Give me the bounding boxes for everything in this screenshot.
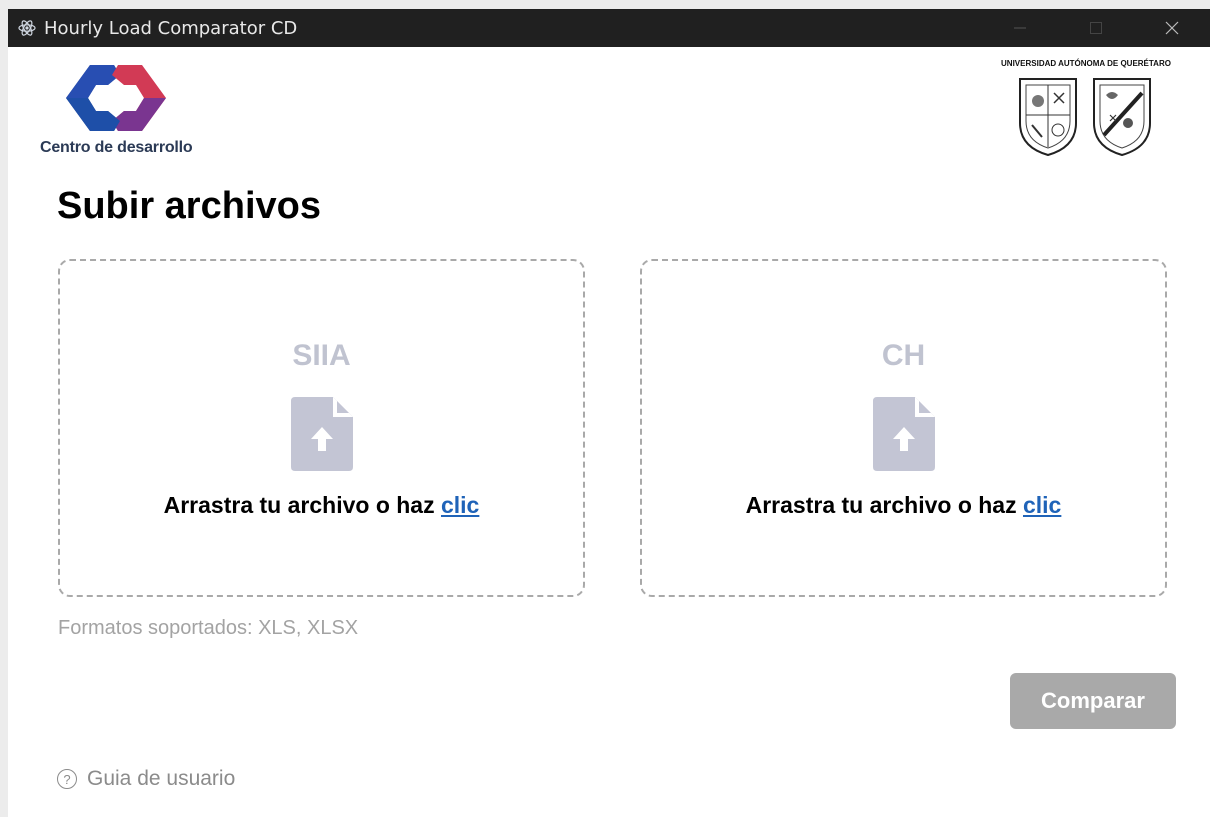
close-button[interactable] (1134, 9, 1210, 47)
dropzone-ch[interactable]: CH Arrastra tu archivo o haz clic (640, 259, 1167, 597)
title-bar: Hourly Load Comparator CD (8, 9, 1210, 47)
dropzone-siia[interactable]: SIIA Arrastra tu archivo o haz clic (58, 259, 585, 597)
compare-button[interactable]: Comparar (1010, 673, 1176, 729)
dropzone-label: SIIA (292, 339, 351, 372)
dropzone-label: CH (881, 339, 926, 372)
dropzone-click-link[interactable]: clic (441, 492, 479, 518)
close-icon (1165, 21, 1179, 35)
window-title: Hourly Load Comparator CD (44, 17, 298, 39)
window-body: Centro de desarrollo UNIVERSIDAD AUTÓNOM… (8, 47, 1210, 817)
maximize-icon (1090, 22, 1102, 34)
uaq-caption: UNIVERSIDAD AUTÓNOMA DE QUERÉTARO (1001, 59, 1171, 68)
minimize-button[interactable] (982, 9, 1058, 47)
page-title: Subir archivos (57, 185, 321, 227)
cd-logo-mark (66, 65, 166, 131)
centro-desarrollo-caption: Centro de desarrollo (40, 139, 193, 156)
dropzone-instruction: Arrastra tu archivo o haz clic (642, 492, 1165, 519)
user-guide-label: Guia de usuario (87, 767, 236, 790)
supported-formats-note: Formatos soportados: XLS, XLSX (58, 617, 359, 639)
dropzone-instruction-text: Arrastra tu archivo o haz (163, 492, 435, 518)
centro-desarrollo-logo: Centro de desarrollo (38, 61, 198, 161)
uaq-logo: UNIVERSIDAD AUTÓNOMA DE QUERÉTARO (998, 59, 1174, 161)
file-upload-icon (290, 397, 353, 471)
user-guide-link[interactable]: ? Guia de usuario (57, 767, 235, 791)
electron-app-icon (18, 19, 36, 37)
dropzone-instruction-text: Arrastra tu archivo o haz (745, 492, 1017, 518)
window-controls (982, 9, 1210, 47)
file-upload-icon (872, 397, 935, 471)
maximize-button[interactable] (1058, 9, 1134, 47)
help-icon: ? (57, 769, 77, 789)
dropzone-instruction: Arrastra tu archivo o haz clic (60, 492, 583, 519)
uaq-shield-left-icon (1019, 78, 1077, 157)
dropzone-click-link[interactable]: clic (1023, 492, 1061, 518)
minimize-icon (1014, 27, 1026, 29)
uaq-shield-right-icon (1093, 78, 1151, 157)
